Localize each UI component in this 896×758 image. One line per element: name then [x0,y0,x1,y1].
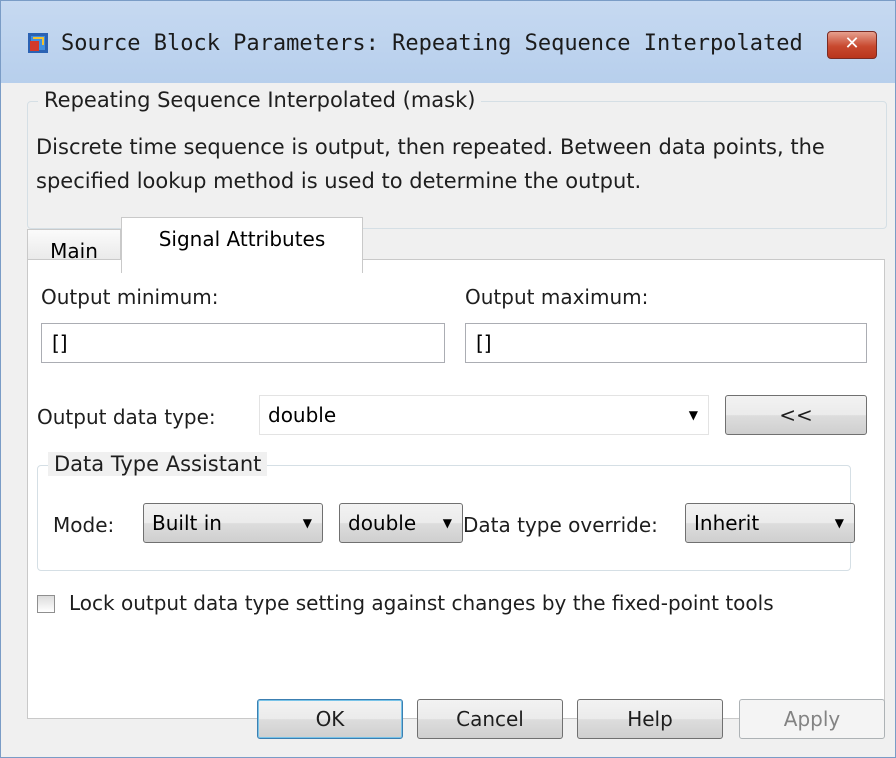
tab-signal-attributes[interactable]: Signal Attributes [121,217,363,273]
data-type-override-dropdown[interactable]: Inherit ▼ [685,503,855,543]
mode-label: Mode: [53,513,115,537]
output-minimum-input[interactable]: [] [41,323,445,363]
tab-signal-attributes-label: Signal Attributes [158,227,326,251]
builtin-type-value: double [348,511,417,535]
dialog-content: Repeating Sequence Interpolated (mask) D… [11,83,887,753]
window-title: Source Block Parameters: Repeating Seque… [61,31,803,56]
chevron-down-icon: ▼ [688,408,698,422]
mask-group-legend: Repeating Sequence Interpolated (mask) [38,88,482,112]
data-type-assistant-toggle-button[interactable]: << [725,395,867,435]
output-data-type-combo[interactable]: double ▼ [259,395,709,435]
apply-button[interactable]: Apply [739,699,885,739]
output-minimum-label: Output minimum: [41,285,219,309]
output-data-type-value: double [268,403,337,427]
mode-value: Built in [152,511,222,535]
output-maximum-input[interactable]: [] [465,323,867,363]
cancel-button[interactable]: Cancel [417,699,563,739]
ok-button[interactable]: OK [257,699,403,739]
dialog-window: Source Block Parameters: Repeating Seque… [0,0,896,758]
mode-dropdown[interactable]: Built in ▼ [143,503,323,543]
close-icon: ✕ [844,33,860,54]
lock-data-type-label: Lock output data type setting against ch… [69,591,774,615]
close-button[interactable]: ✕ [827,31,877,59]
help-button[interactable]: Help [577,699,723,739]
simulink-block-icon [28,33,48,53]
data-type-override-label: Data type override: [463,513,658,537]
output-maximum-label: Output maximum: [465,285,649,309]
chevron-down-icon: ▼ [442,516,452,530]
tab-bar: Main Signal Attributes [27,217,887,273]
chevron-down-icon: ▼ [834,516,844,530]
lock-data-type-checkbox[interactable] [37,595,55,613]
title-bar[interactable]: Source Block Parameters: Repeating Seque… [1,1,895,83]
builtin-type-dropdown[interactable]: double ▼ [339,503,463,543]
chevron-down-icon: ▼ [302,516,312,530]
output-data-type-label: Output data type: [37,405,216,429]
data-type-override-value: Inherit [694,511,760,535]
data-type-assistant-legend: Data Type Assistant [48,452,268,476]
mask-description-group: Repeating Sequence Interpolated (mask) D… [27,88,887,229]
mask-description: Discrete time sequence is output, then r… [36,135,825,193]
